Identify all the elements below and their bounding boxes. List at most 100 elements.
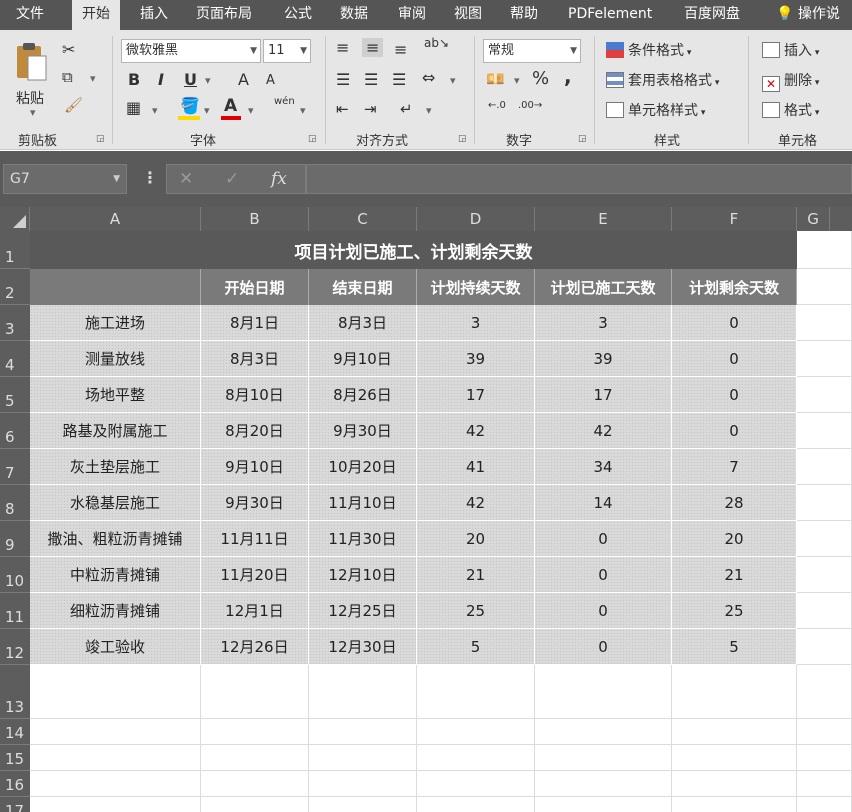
empty-cell[interactable] <box>535 665 672 719</box>
data-cell[interactable]: 10月20日 <box>309 449 417 485</box>
data-cell[interactable]: 8月3日 <box>309 305 417 341</box>
column-header-B[interactable]: B <box>201 207 309 231</box>
align-bottom-icon[interactable]: ≡ <box>394 40 407 59</box>
data-cell[interactable]: 9月10日 <box>201 449 309 485</box>
row-header-15[interactable]: 15 <box>0 745 30 771</box>
data-cell[interactable]: 细粒沥青摊铺 <box>30 593 201 629</box>
data-cell[interactable]: 撒油、粗粒沥青摊铺 <box>30 521 201 557</box>
data-cell[interactable]: 8月26日 <box>309 377 417 413</box>
bold-button[interactable]: B <box>128 70 140 89</box>
data-cell[interactable]: 水稳基层施工 <box>30 485 201 521</box>
tab-5[interactable]: 公式 <box>274 0 322 30</box>
empty-cell[interactable] <box>417 745 535 771</box>
data-cell[interactable]: 0 <box>672 305 797 341</box>
data-cell[interactable]: 21 <box>417 557 535 593</box>
phonetic-dropdown-icon[interactable]: ▾ <box>300 104 306 117</box>
orientation-icon[interactable]: ab↘ <box>424 36 449 50</box>
data-cell[interactable]: 8月3日 <box>201 341 309 377</box>
fill-color-dropdown-icon[interactable]: ▾ <box>204 104 210 117</box>
font-color-dropdown-icon[interactable]: ▾ <box>248 104 254 117</box>
phonetic-icon[interactable]: wén <box>274 96 295 107</box>
empty-cell[interactable] <box>797 719 852 745</box>
empty-cell[interactable] <box>797 771 852 797</box>
data-cell[interactable]: 5 <box>417 629 535 665</box>
data-cell[interactable]: 0 <box>535 557 672 593</box>
data-cell[interactable]: 42 <box>417 413 535 449</box>
data-cell[interactable]: 12月25日 <box>309 593 417 629</box>
increase-decimal-icon[interactable]: ←.0 <box>488 100 506 111</box>
data-cell[interactable]: 0 <box>535 521 672 557</box>
decrease-decimal-icon[interactable]: .00→ <box>518 100 542 111</box>
formula-input[interactable] <box>306 164 852 194</box>
cut-icon[interactable]: ✂ <box>62 40 75 59</box>
row-header-6[interactable]: 6 <box>0 413 30 449</box>
tab-8[interactable]: 视图 <box>444 0 492 30</box>
empty-cell[interactable] <box>309 665 417 719</box>
data-cell[interactable]: 39 <box>417 341 535 377</box>
empty-cell[interactable] <box>30 665 201 719</box>
row-header-8[interactable]: 8 <box>0 485 30 521</box>
header-cell[interactable]: 结束日期 <box>309 269 417 305</box>
empty-cell[interactable] <box>201 745 309 771</box>
header-cell[interactable]: 计划已施工天数 <box>535 269 672 305</box>
column-header-D[interactable]: D <box>417 207 535 231</box>
copy-dropdown-icon[interactable]: ▾ <box>90 72 96 85</box>
currency-icon[interactable]: 💴 <box>486 70 505 88</box>
row-header-17[interactable]: 17 <box>0 797 30 812</box>
empty-cell[interactable] <box>535 797 672 812</box>
data-cell[interactable]: 25 <box>417 593 535 629</box>
data-cell[interactable]: 25 <box>672 593 797 629</box>
enter-icon[interactable]: ✓ <box>225 165 239 193</box>
data-cell[interactable]: 竣工验收 <box>30 629 201 665</box>
data-cell[interactable]: 3 <box>535 305 672 341</box>
data-cell[interactable]: 12月30日 <box>309 629 417 665</box>
row-header-16[interactable]: 16 <box>0 771 30 797</box>
data-cell[interactable]: 0 <box>535 593 672 629</box>
empty-cell[interactable] <box>672 771 797 797</box>
empty-cell[interactable] <box>797 341 852 377</box>
data-cell[interactable]: 12月1日 <box>201 593 309 629</box>
empty-cell[interactable] <box>797 231 852 269</box>
empty-cell[interactable] <box>309 719 417 745</box>
data-cell[interactable]: 12月26日 <box>201 629 309 665</box>
empty-cell[interactable] <box>797 745 852 771</box>
row-header-11[interactable]: 11 <box>0 593 30 629</box>
empty-cell[interactable] <box>201 771 309 797</box>
header-cell[interactable] <box>30 269 201 305</box>
empty-cell[interactable] <box>201 719 309 745</box>
column-header-G[interactable]: G <box>797 207 830 231</box>
underline-dropdown-icon[interactable]: ▾ <box>205 74 211 87</box>
data-cell[interactable]: 测量放线 <box>30 341 201 377</box>
data-cell[interactable]: 42 <box>417 485 535 521</box>
data-cell[interactable]: 路基及附属施工 <box>30 413 201 449</box>
font-name-combo[interactable]: 微软雅黑 ▼ <box>121 39 261 63</box>
data-cell[interactable]: 20 <box>672 521 797 557</box>
fill-color-icon[interactable]: 🪣 <box>180 96 200 115</box>
increase-indent-icon[interactable]: ⇥ <box>364 100 377 118</box>
tab-7[interactable]: 审阅 <box>388 0 436 30</box>
align-middle-icon[interactable]: ≡ <box>362 38 384 57</box>
tab-6[interactable]: 数据 <box>330 0 378 30</box>
data-cell[interactable]: 0 <box>672 413 797 449</box>
data-cell[interactable]: 施工进场 <box>30 305 201 341</box>
empty-cell[interactable] <box>30 719 201 745</box>
empty-cell[interactable] <box>797 305 852 341</box>
empty-cell[interactable] <box>797 593 852 629</box>
data-cell[interactable]: 8月1日 <box>201 305 309 341</box>
table-style-button[interactable]: 套用表格格式 ▾ <box>606 70 719 90</box>
empty-cell[interactable] <box>535 719 672 745</box>
row-header-10[interactable]: 10 <box>0 557 30 593</box>
tab-4[interactable]: 页面布局 <box>186 0 262 30</box>
clipboard-launcher-icon[interactable]: ◲ <box>96 134 105 144</box>
column-header-A[interactable]: A <box>30 207 201 231</box>
sheet-title-cell[interactable]: 项目计划已施工、计划剩余天数 <box>30 231 797 269</box>
data-cell[interactable]: 12月10日 <box>309 557 417 593</box>
conditional-format-button[interactable]: 条件格式 ▾ <box>606 40 691 60</box>
row-header-7[interactable]: 7 <box>0 449 30 485</box>
data-cell[interactable]: 场地平整 <box>30 377 201 413</box>
border-dropdown-icon[interactable]: ▾ <box>152 104 158 117</box>
data-cell[interactable]: 3 <box>417 305 535 341</box>
underline-button[interactable]: U <box>184 70 197 89</box>
data-cell[interactable]: 0 <box>672 341 797 377</box>
data-cell[interactable]: 17 <box>535 377 672 413</box>
